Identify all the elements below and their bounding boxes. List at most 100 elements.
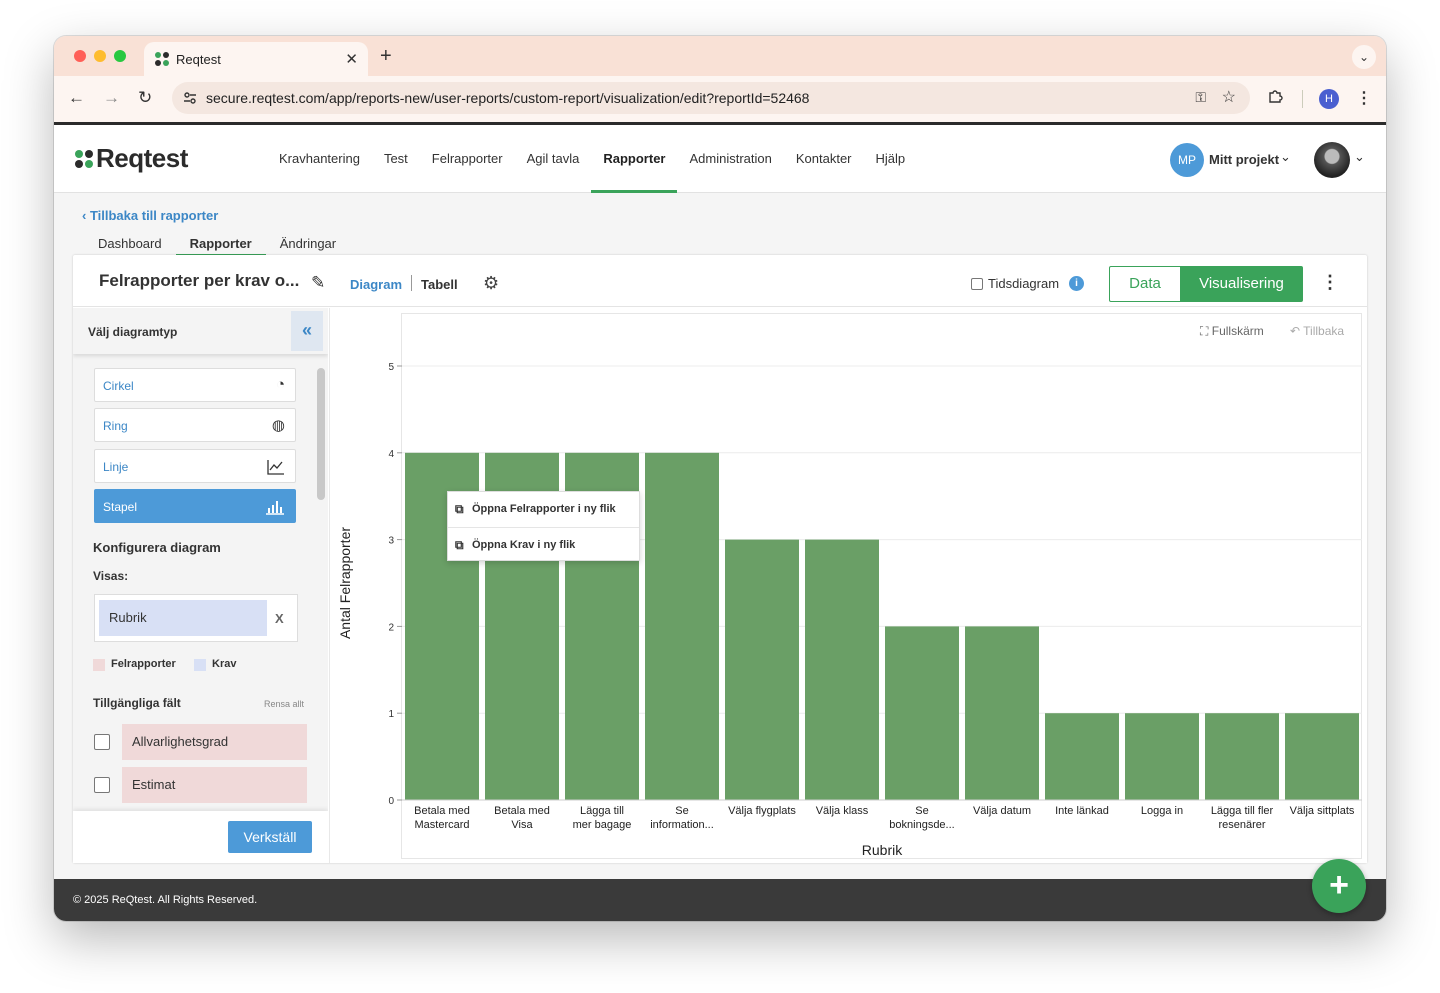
browser-window: Reqtest ✕ + ⌄ ← → ↻ secure.reqtest.com/a… <box>54 36 1386 921</box>
bar[interactable] <box>1125 713 1199 800</box>
y-tick-label: 2 <box>388 622 394 633</box>
visas-dropzone[interactable]: Rubrik X <box>94 594 298 642</box>
browser-tab[interactable]: Reqtest ✕ <box>144 42 368 76</box>
chart-type-ring[interactable]: Ring ◍ <box>94 408 296 442</box>
main-navigation: Kravhantering Test Felrapporter Agil tavla R… <box>267 125 917 193</box>
x-tick-label: Se <box>675 805 688 817</box>
chart-type-bar[interactable]: Stapel <box>94 489 296 523</box>
add-button[interactable]: + <box>1312 859 1366 913</box>
back-arrow-icon[interactable]: ← <box>68 88 85 108</box>
x-tick-label: mer bagage <box>573 819 632 831</box>
bar[interactable] <box>645 452 719 800</box>
back-to-reports-link[interactable]: ‹ Tillbaka till rapporter <box>82 208 218 223</box>
clear-all-link[interactable]: Rensa allt <box>264 699 304 709</box>
reqtest-favicon-icon <box>155 52 169 66</box>
bookmark-star-icon[interactable]: ☆ <box>1222 87 1236 107</box>
browser-profile-avatar[interactable]: H <box>1319 89 1339 109</box>
x-tick-label: Lägga till fler <box>1211 805 1274 817</box>
project-avatar[interactable]: MP <box>1170 143 1204 177</box>
view-divider <box>411 275 412 291</box>
bar[interactable] <box>1205 713 1279 800</box>
x-tick-label: Betala med <box>494 805 550 817</box>
subtab-ändringar[interactable]: Ändringar <box>266 232 350 257</box>
open-bug-reports-new-tab[interactable]: ⧉ Öppna Felrapporter i ny flik <box>448 492 639 527</box>
tab-search-chevron-icon[interactable]: ⌄ <box>1352 45 1376 69</box>
nav-item-test[interactable]: Test <box>372 125 420 193</box>
app-footer: © 2025 ReQtest. All Rights Reserved. <box>54 879 1386 921</box>
bar[interactable] <box>965 626 1039 800</box>
chart-area: 0 1 2 3 4 5 Betala med Mastercard Betala med Visa… <box>329 308 1367 863</box>
open-external-icon: ⧉ <box>455 502 464 516</box>
nav-item-kontakter[interactable]: Kontakter <box>784 125 864 193</box>
maximize-window-button[interactable] <box>114 50 126 62</box>
field-checkbox[interactable] <box>94 777 110 793</box>
ring-chart-icon: ◍ <box>271 417 285 434</box>
chart-type-pie[interactable]: Cirkel ◔ <box>94 368 296 402</box>
nav-item-administration[interactable]: Administration <box>677 125 783 193</box>
bar-chart[interactable]: 0 1 2 3 4 5 Betala med Mastercard Betala med Visa… <box>330 308 1368 863</box>
y-tick-label: 3 <box>388 536 394 547</box>
apply-button[interactable]: Verkställ <box>228 821 312 853</box>
field-checkbox[interactable] <box>94 734 110 750</box>
browser-menu-icon[interactable]: ⋮ <box>1356 88 1372 108</box>
chart-type-header: Välj diagramtyp « <box>73 308 328 354</box>
chart-type-label: Linje <box>103 460 129 474</box>
chevron-left-icon: ‹ <box>82 208 90 223</box>
user-avatar[interactable] <box>1314 142 1350 178</box>
nav-item-agil-tavla[interactable]: Agil tavla <box>515 125 592 193</box>
chevron-down-icon[interactable]: ⌄ <box>1354 149 1365 165</box>
bar[interactable] <box>1285 713 1359 800</box>
time-diagram-checkbox[interactable] <box>971 278 983 290</box>
chart-type-line[interactable]: Linje <box>94 449 296 483</box>
toolbar-divider <box>1302 90 1303 108</box>
remove-field-button[interactable]: X <box>275 611 284 626</box>
nav-item-rapporter[interactable]: Rapporter <box>591 125 678 193</box>
close-window-button[interactable] <box>74 50 86 62</box>
minimize-window-button[interactable] <box>94 50 106 62</box>
view-diagram-toggle[interactable]: Diagram <box>350 277 402 292</box>
x-tick-label: Se <box>915 805 928 817</box>
nav-item-hjälp[interactable]: Hjälp <box>864 125 918 193</box>
panel-scrollbar[interactable] <box>317 368 325 500</box>
bar[interactable] <box>1045 713 1119 800</box>
visas-field-chip[interactable]: Rubrik <box>99 600 267 636</box>
forward-arrow-icon[interactable]: → <box>103 88 120 108</box>
bar[interactable] <box>885 626 959 800</box>
gear-icon[interactable]: ⚙ <box>483 273 499 294</box>
undo-link[interactable]: ↶ Tillbaka <box>1290 324 1344 338</box>
legend-swatch-felrapporter <box>93 659 105 671</box>
bar[interactable] <box>725 539 799 800</box>
x-tick-label: resenärer <box>1218 819 1265 831</box>
open-requirements-new-tab[interactable]: ⧉ Öppna Krav i ny flik <box>448 527 639 562</box>
field-chip-allvarlighetsgrad[interactable]: Allvarlighetsgrad <box>122 724 307 760</box>
close-tab-icon[interactable]: ✕ <box>345 50 358 68</box>
more-options-icon[interactable]: ⋮ <box>1321 272 1339 293</box>
x-tick-label: Logga in <box>1141 805 1183 817</box>
context-menu: ⧉ Öppna Felrapporter i ny flik ⧉ Öppna Kra… <box>447 491 640 561</box>
fullscreen-link[interactable]: ⛶ Fullskärm <box>1200 324 1264 339</box>
nav-item-kravhantering[interactable]: Kravhantering <box>267 125 372 193</box>
address-bar[interactable]: secure.reqtest.com/app/reports-new/user-… <box>172 82 1250 114</box>
site-settings-icon[interactable] <box>182 90 198 106</box>
new-tab-icon[interactable]: + <box>380 45 392 68</box>
field-chip-estimat[interactable]: Estimat <box>122 767 307 803</box>
collapse-panel-icon[interactable]: « <box>291 311 323 351</box>
x-tick-label: Lägga till <box>580 805 624 817</box>
chart-config-panel: Cirkel ◔ Ring ◍ Linje Stapel Konfigurera… <box>73 308 328 863</box>
reload-icon[interactable]: ↻ <box>138 88 152 108</box>
bar[interactable] <box>805 539 879 800</box>
view-table-toggle[interactable]: Tabell <box>421 277 458 292</box>
edit-pencil-icon[interactable]: ✎ <box>311 273 325 293</box>
context-item-label: Öppna Felrapporter i ny flik <box>472 503 616 515</box>
visualization-button[interactable]: Visualisering <box>1180 266 1303 302</box>
subtab-rapporter[interactable]: Rapporter <box>175 232 266 257</box>
nav-item-felrapporter[interactable]: Felrapporter <box>420 125 515 193</box>
info-icon[interactable]: i <box>1069 276 1084 291</box>
data-button[interactable]: Data <box>1109 266 1181 302</box>
password-key-icon[interactable]: ⚿ <box>1195 89 1206 106</box>
chevron-down-icon[interactable]: ⌄ <box>1280 149 1291 165</box>
subtab-dashboard[interactable]: Dashboard <box>84 232 176 257</box>
pie-chart-icon: ◔ <box>275 376 285 393</box>
project-selector[interactable]: Mitt projekt <box>1209 152 1279 167</box>
extensions-puzzle-icon[interactable] <box>1268 88 1284 104</box>
